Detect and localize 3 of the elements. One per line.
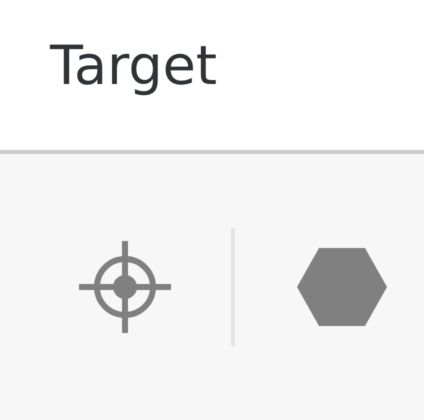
hexagon-icon[interactable] <box>297 248 387 326</box>
crosshair-icon[interactable] <box>79 241 171 333</box>
panel-title: Target <box>50 34 218 98</box>
